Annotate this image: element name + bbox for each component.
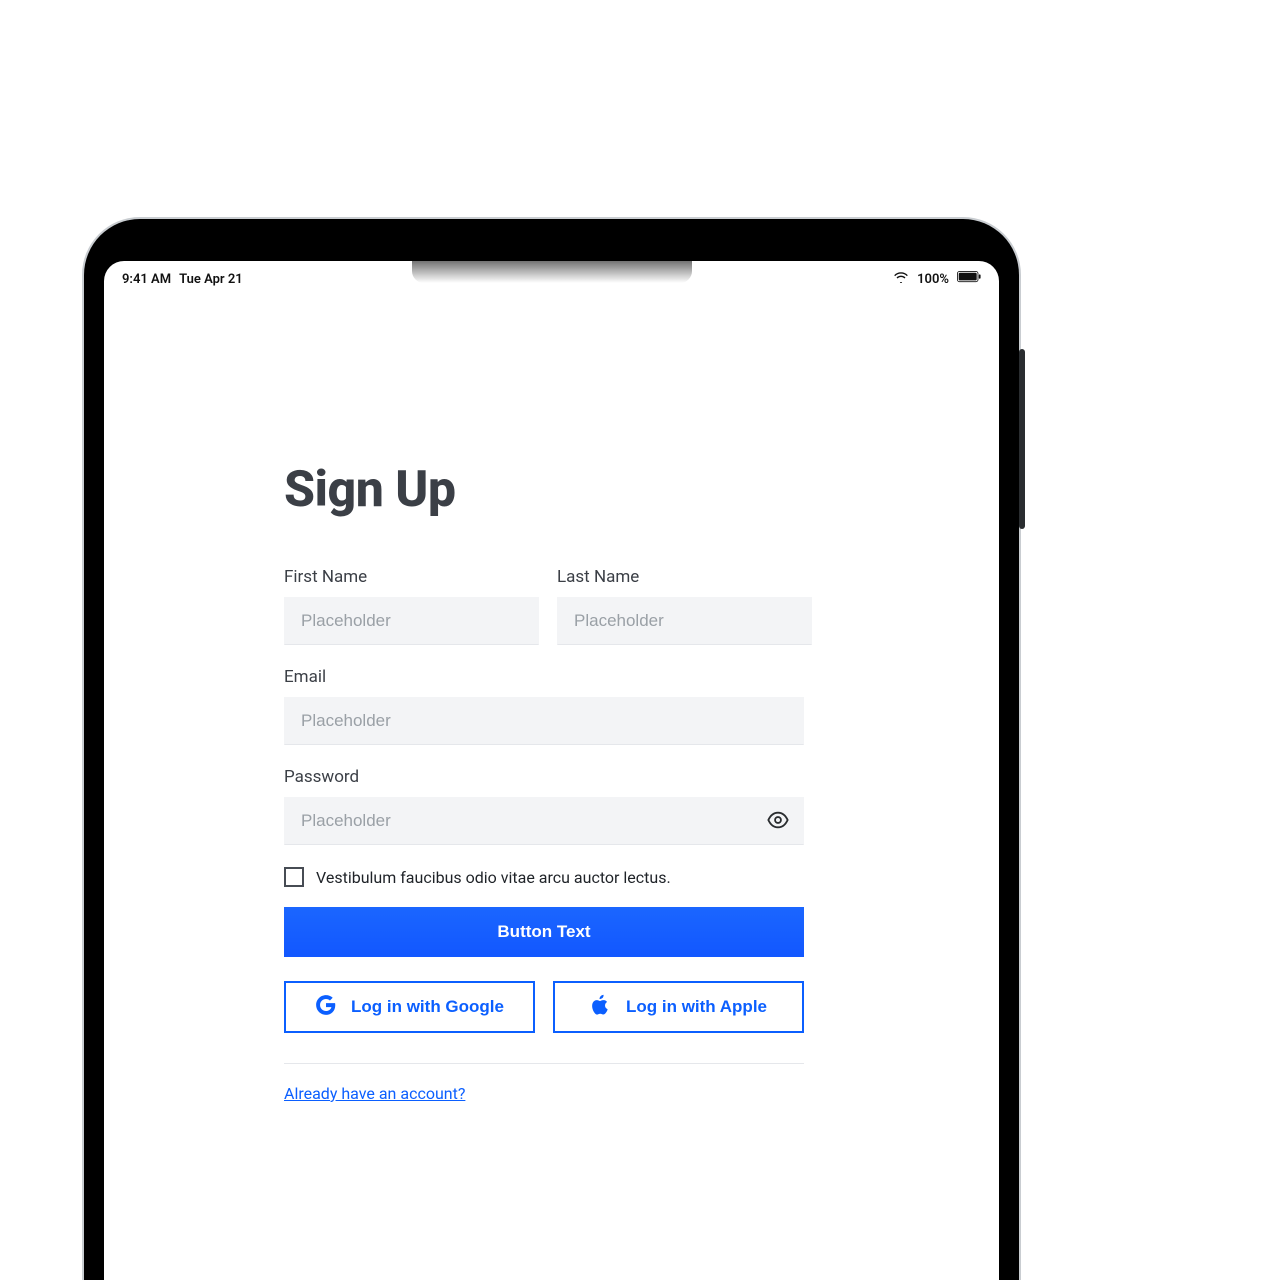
terms-checkbox-label: Vestibulum faucibus odio vitae arcu auct… <box>316 868 671 887</box>
eye-icon <box>767 809 789 834</box>
login-with-google-button[interactable]: Log in with Google <box>284 981 535 1033</box>
first-name-label: First Name <box>284 567 539 587</box>
password-label: Password <box>284 767 804 787</box>
already-have-account-link[interactable]: Already have an account? <box>284 1084 465 1103</box>
login-with-apple-button[interactable]: Log in with Apple <box>553 981 804 1033</box>
divider <box>284 1063 804 1064</box>
wifi-icon <box>893 271 909 287</box>
page-title: Sign Up <box>284 461 804 519</box>
device-side-button <box>1019 349 1025 529</box>
battery-icon <box>957 271 981 287</box>
first-name-input[interactable] <box>284 597 539 645</box>
last-name-input[interactable] <box>557 597 812 645</box>
device-screen: 9:41 AM Tue Apr 21 100% <box>104 261 999 1280</box>
password-input[interactable] <box>284 797 804 845</box>
signup-form: Sign Up First Name Last Name Email <box>284 461 804 1103</box>
status-date: Tue Apr 21 <box>179 272 243 287</box>
google-button-label: Log in with Google <box>351 997 504 1017</box>
tablet-device-frame: 9:41 AM Tue Apr 21 100% <box>84 219 1019 1280</box>
last-name-label: Last Name <box>557 567 812 587</box>
submit-button[interactable]: Button Text <box>284 907 804 957</box>
google-icon <box>315 994 337 1021</box>
apple-button-label: Log in with Apple <box>626 997 767 1017</box>
terms-checkbox[interactable] <box>284 867 304 887</box>
apple-icon <box>590 994 612 1021</box>
toggle-password-visibility-button[interactable] <box>762 805 794 837</box>
status-battery-pct: 100% <box>917 272 949 287</box>
status-bar: 9:41 AM Tue Apr 21 100% <box>122 271 981 287</box>
email-input[interactable] <box>284 697 804 745</box>
status-time: 9:41 AM <box>122 272 171 287</box>
email-label: Email <box>284 667 804 687</box>
